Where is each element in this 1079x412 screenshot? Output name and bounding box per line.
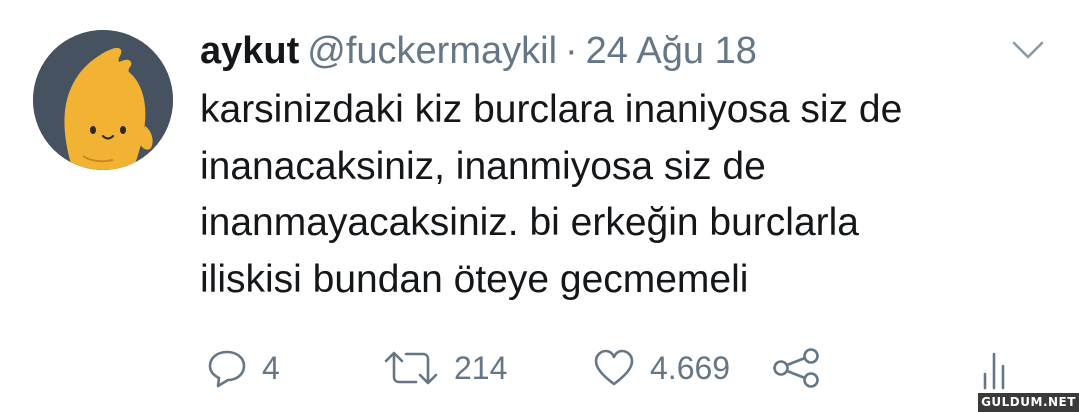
tweet-date[interactable]: 24 Ağu 18: [586, 30, 757, 72]
tweet-text-line: karsinizdaki kiz burclara inaniyosa siz …: [200, 88, 903, 131]
like-count: 4.669: [650, 349, 731, 386]
tweet-text-line: iliskisi bundan öteye gecmemeli: [200, 257, 749, 301]
reply-button[interactable]: 4: [206, 340, 280, 396]
avatar[interactable]: [33, 30, 173, 170]
tweet: aykut @fuckermaykil · 24 Ağu 18 karsinizdak…: [0, 0, 1079, 412]
watermark-logo: GULDUM.NET: [978, 393, 1079, 412]
retweet-icon: [384, 351, 438, 385]
avatar-character-image: [33, 30, 173, 170]
retweet-button[interactable]: 214: [382, 340, 507, 396]
tweet-text-line: inanacaksiniz, inanmiyosa siz de: [200, 144, 766, 188]
chevron-down-icon[interactable]: [1010, 38, 1046, 62]
like-button[interactable]: 4.669: [592, 340, 730, 396]
share-button[interactable]: [770, 340, 824, 396]
separator-dot: ·: [565, 30, 578, 72]
analytics-icon: [983, 352, 1005, 390]
author-handle[interactable]: @fuckermaykil: [307, 30, 557, 72]
reply-icon: [208, 350, 246, 388]
author-name[interactable]: aykut: [200, 30, 299, 72]
tweet-text-line: inanmayacaksiniz. bi erkeğin burclarla: [200, 201, 859, 244]
retweet-count: 214: [454, 349, 508, 386]
reply-count: 4: [262, 349, 280, 386]
heart-icon: [594, 349, 634, 386]
tweet-header: aykut @fuckermaykil · 24 Ağu 18: [200, 26, 757, 76]
share-icon: [773, 348, 819, 388]
tweet-actions: 4 214 4.669: [0, 340, 1079, 400]
analytics-button[interactable]: [980, 340, 1008, 396]
tweet-text: karsinizdaki kiz burclara inaniyosa siz …: [200, 82, 1040, 308]
